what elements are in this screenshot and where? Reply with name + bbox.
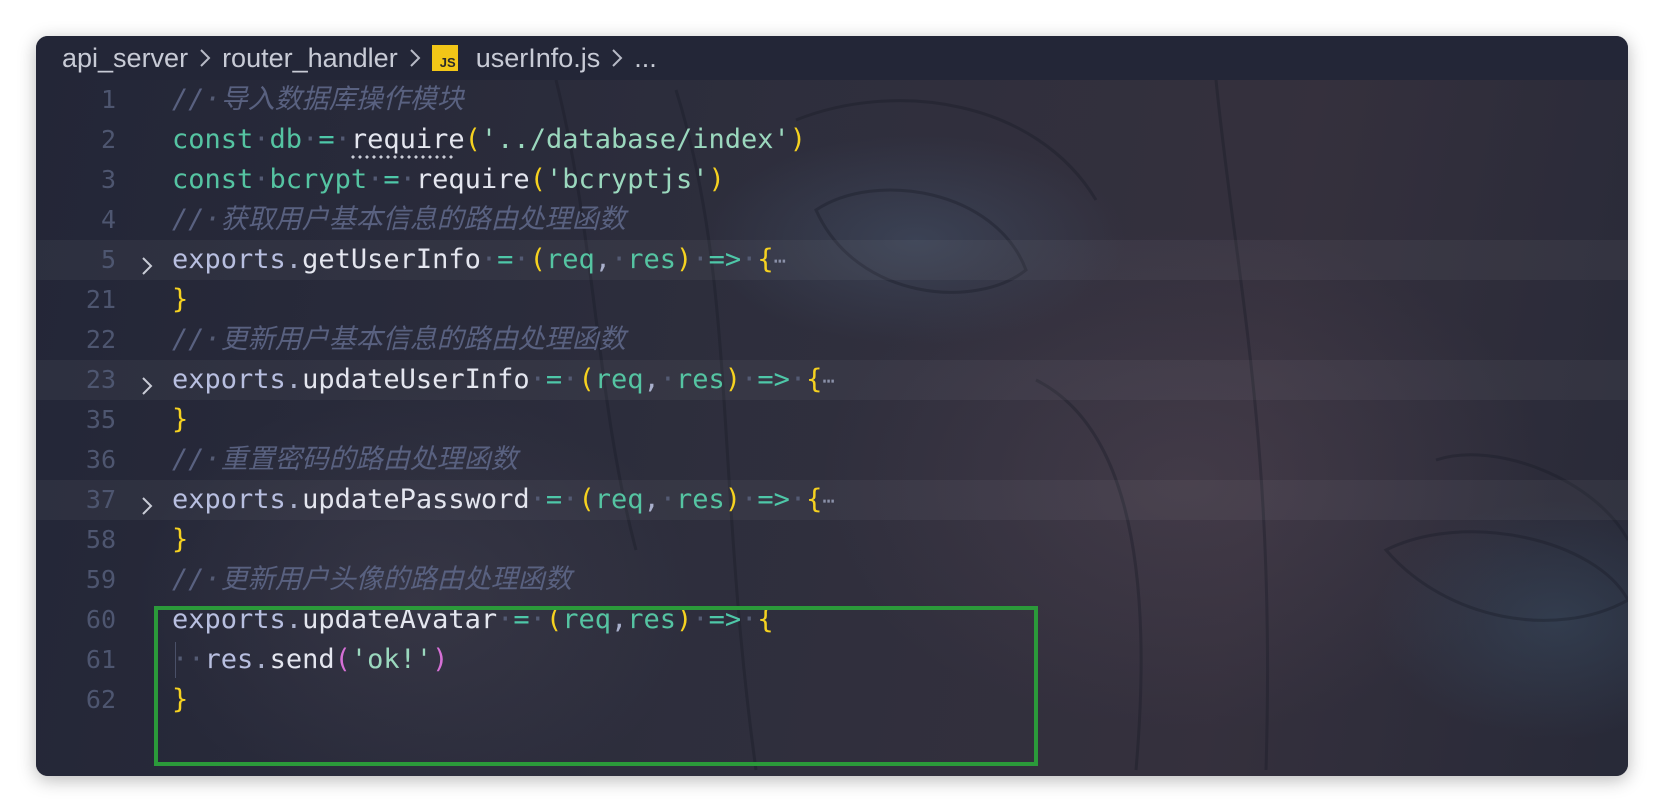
line-code: //·更新用户基本信息的路由处理函数 (172, 324, 626, 355)
breadcrumb: api_server router_handler JS userInfo.js… (36, 36, 1628, 80)
code-line[interactable]: 36 //·重置密码的路由处理函数 (36, 440, 1628, 480)
line-number: 23 (85, 365, 116, 394)
line-code: } (172, 404, 189, 435)
line-code: const·bcrypt·=·require('bcryptjs') (172, 164, 725, 195)
fold-chevron-icon[interactable] (140, 489, 154, 515)
code-line[interactable]: 59 //·更新用户头像的路由处理函数 (36, 560, 1628, 600)
line-code: //·重置密码的路由处理函数 (172, 444, 518, 475)
line-number: 37 (85, 485, 116, 514)
line-code: const·db·=·require('../database/index') (172, 124, 807, 155)
line-number: 36 (85, 445, 116, 474)
line-code: } (172, 284, 189, 315)
breadcrumb-item-api-server[interactable]: api_server (62, 43, 188, 74)
code-line-folded[interactable]: 37 exports.updatePassword·=·(req,·res)·=… (36, 480, 1628, 520)
line-code: //·导入数据库操作模块 (172, 84, 464, 115)
chevron-right-icon (610, 47, 624, 69)
fold-chevron-icon[interactable] (140, 249, 154, 275)
line-number: 59 (85, 565, 116, 594)
code-line[interactable]: 3 const·bcrypt·=·require('bcryptjs') (36, 160, 1628, 200)
code-line-folded[interactable]: 5 exports.getUserInfo·=·(req,·res)·=>·{⋯ (36, 240, 1628, 280)
code-line[interactable]: 58 } (36, 520, 1628, 560)
line-number: 58 (85, 525, 116, 554)
code-editor[interactable]: 1 //·导入数据库操作模块 2 const·db·=·require('../… (36, 80, 1628, 776)
code-line[interactable]: 1 //·导入数据库操作模块 (36, 80, 1628, 120)
line-code: exports.updateUserInfo·=·(req,·res)·=>·{… (172, 364, 835, 395)
line-number: 21 (85, 285, 116, 314)
line-number: 22 (85, 325, 116, 354)
editor-window: api_server router_handler JS userInfo.js… (36, 36, 1628, 776)
breadcrumb-more[interactable]: ... (634, 43, 657, 74)
line-code: //·获取用户基本信息的路由处理函数 (172, 204, 626, 235)
line-number: 3 (100, 165, 116, 194)
annotation-highlight-box (154, 606, 1038, 766)
line-number: 5 (100, 245, 116, 274)
breadcrumb-item-router-handler[interactable]: router_handler (222, 43, 398, 74)
code-line[interactable]: 21 } (36, 280, 1628, 320)
line-number: 61 (85, 645, 116, 674)
fold-chevron-icon[interactable] (140, 369, 154, 395)
line-code: exports.updatePassword·=·(req,·res)·=>·{… (172, 484, 835, 515)
code-line-folded[interactable]: 23 exports.updateUserInfo·=·(req,·res)·=… (36, 360, 1628, 400)
code-line[interactable]: 35 } (36, 400, 1628, 440)
code-line[interactable]: 2 const·db·=·require('../database/index'… (36, 120, 1628, 160)
line-number: 62 (85, 685, 116, 714)
chevron-right-icon (198, 47, 212, 69)
breadcrumb-item-file[interactable]: userInfo.js (476, 43, 601, 74)
code-line[interactable]: 22 //·更新用户基本信息的路由处理函数 (36, 320, 1628, 360)
line-number: 35 (85, 405, 116, 434)
line-code: //·更新用户头像的路由处理函数 (172, 564, 572, 595)
chevron-right-icon (408, 47, 422, 69)
line-code: exports.getUserInfo·=·(req,·res)·=>·{⋯ (172, 244, 786, 275)
line-number: 1 (100, 85, 116, 114)
line-code: } (172, 524, 189, 555)
javascript-file-icon: JS (431, 45, 458, 71)
line-number: 2 (100, 125, 116, 154)
code-line[interactable]: 4 //·获取用户基本信息的路由处理函数 (36, 200, 1628, 240)
line-number: 4 (100, 205, 116, 234)
line-number: 60 (85, 605, 116, 634)
